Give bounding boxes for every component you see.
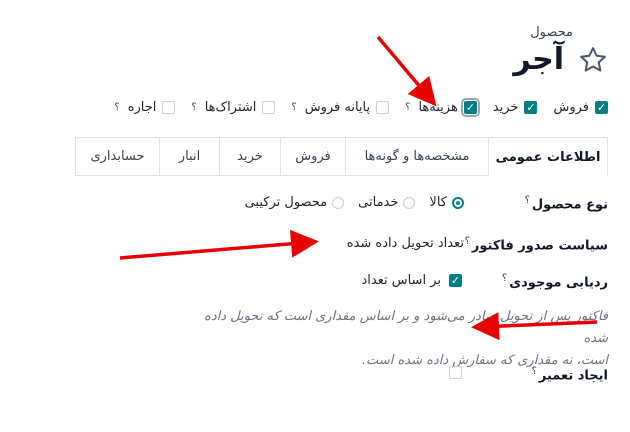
radio-combo-button[interactable] [332, 196, 345, 209]
subscriptions-checkbox[interactable] [262, 101, 276, 114]
invoice-policy-help-text: فاکتور پس از تحویل صادر می‌شود و بر اساس… [204, 309, 608, 368]
tab-purchase[interactable]: خرید [219, 137, 281, 175]
rental-checkbox[interactable] [162, 101, 176, 114]
expenses-checkbox[interactable] [460, 98, 480, 117]
radio-goods[interactable]: کالا [429, 195, 464, 210]
help-tooltip-icon[interactable]: ؟ [532, 366, 537, 377]
product-options-bar: فروش خرید هزینه‌ها ؟ پایانه فروش ؟ اشترا… [114, 98, 608, 117]
option-sales-label: فروش [553, 100, 589, 115]
option-sales[interactable]: فروش [553, 100, 608, 115]
favorite-star-icon[interactable] [578, 45, 608, 75]
title-row: آجر [513, 45, 608, 75]
inventory-tracking-label: ردیابی موجودی؟ [501, 273, 608, 291]
radio-service[interactable]: خدماتی [358, 195, 416, 210]
radio-combo-label: محصول ترکیبی [244, 195, 328, 210]
radio-goods-button[interactable] [452, 196, 464, 209]
help-tooltip-icon[interactable]: ؟ [525, 195, 530, 206]
option-rental[interactable]: اجاره ؟ [114, 100, 176, 115]
help-tooltip-icon[interactable]: ؟ [502, 273, 507, 284]
help-tooltip-icon[interactable]: ؟ [191, 102, 196, 113]
pos-checkbox[interactable] [376, 101, 390, 114]
invoice-policy-label: سیاست صدور فاکتور؟ [464, 236, 608, 254]
help-tooltip-icon[interactable]: ؟ [405, 102, 410, 113]
product-type-radio-group: کالا خدماتی محصول ترکیبی [245, 195, 464, 210]
purchase-checkbox[interactable] [524, 101, 538, 114]
radio-combo[interactable]: محصول ترکیبی [245, 195, 345, 210]
help-tooltip-icon[interactable]: ؟ [114, 102, 119, 113]
radio-service-button[interactable] [403, 196, 416, 209]
option-subscriptions[interactable]: اشتراک‌ها ؟ [191, 100, 276, 115]
arrow-to-expenses [376, 35, 437, 107]
product-type-label: نوع محصول؟ [524, 195, 608, 213]
tab-accounting[interactable]: حسابداری [75, 137, 160, 175]
option-expenses[interactable]: هزینه‌ها ؟ [405, 98, 480, 117]
option-pos[interactable]: پایانه فروش ؟ [291, 100, 390, 115]
option-subscriptions-label: اشتراک‌ها [204, 100, 257, 115]
tab-general-information[interactable]: اطلاعات عمومی [488, 137, 608, 176]
track-inventory-checkbox[interactable] [449, 274, 462, 287]
arrow-to-invoice-policy [119, 229, 319, 260]
sales-checkbox[interactable] [595, 101, 608, 114]
product-name[interactable]: آجر [513, 45, 564, 75]
option-rental-label: اجاره [127, 100, 157, 115]
inventory-tracking-field: بر اساس تعداد [361, 273, 462, 288]
radio-goods-label: کالا [429, 195, 447, 210]
radio-service-label: خدماتی [358, 195, 399, 210]
help-tooltip-icon[interactable]: ؟ [291, 102, 296, 113]
create-repair-label: ایجاد تعمیر؟ [531, 366, 608, 384]
tab-sales[interactable]: فروش [280, 137, 346, 175]
option-purchase-label: خرید [492, 100, 519, 115]
tab-inventory[interactable]: انبار [159, 137, 220, 175]
option-pos-label: پایانه فروش [304, 100, 371, 115]
option-purchase[interactable]: خرید [493, 100, 538, 115]
form-tabs: اطلاعات عمومی مشخصه‌ها و گونه‌ها فروش خر… [75, 137, 608, 176]
tab-attributes-variants[interactable]: مشخصه‌ها و گونه‌ها [345, 137, 489, 175]
create-repair-checkbox[interactable] [449, 366, 462, 379]
invoice-policy-select[interactable]: تعداد تحویل داده شده [347, 236, 464, 251]
product-label: محصول [530, 25, 573, 40]
help-tooltip-icon[interactable]: ؟ [465, 236, 470, 247]
option-expenses-label: هزینه‌ها [418, 100, 458, 115]
track-inventory-mode-select[interactable]: بر اساس تعداد [361, 273, 441, 288]
